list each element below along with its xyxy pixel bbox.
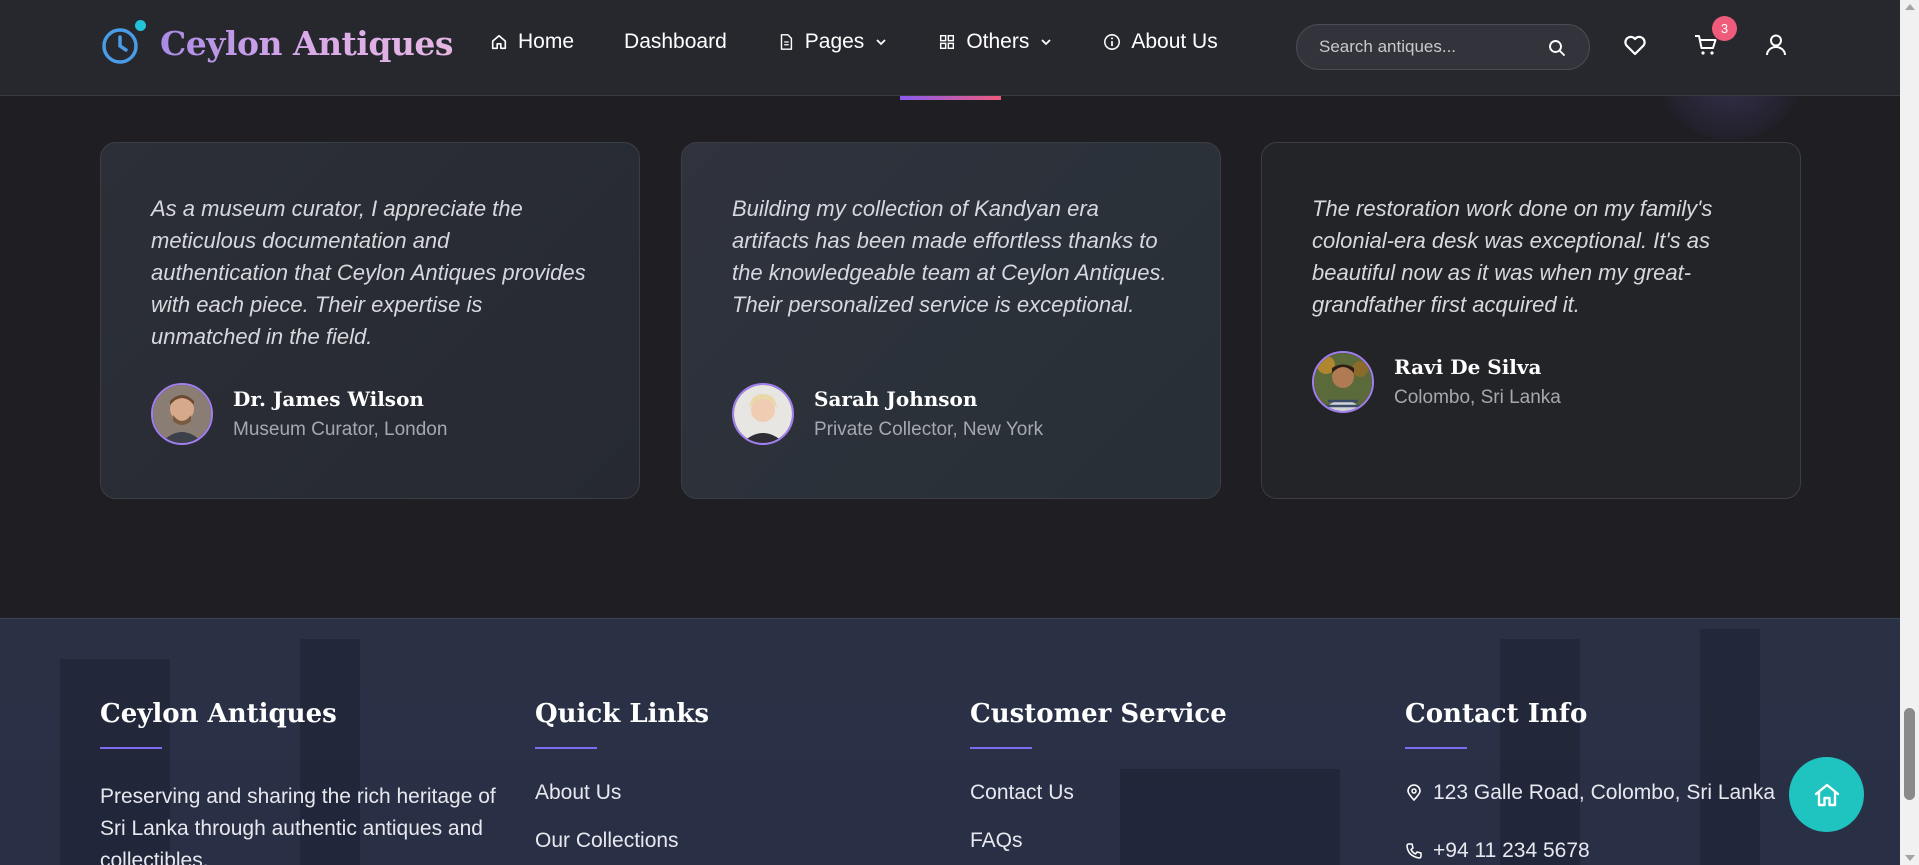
footer-title: Customer Service <box>970 699 1227 729</box>
author-role: Museum Curator, London <box>233 419 448 440</box>
testimonial-quote: Building my collection of Kandyan era ar… <box>732 196 1167 317</box>
testimonial-author: Dr. James Wilson Museum Curator, London <box>151 383 447 445</box>
avatar <box>151 383 213 445</box>
footer-quick-links: Quick Links About Us Our Collections <box>535 699 709 853</box>
scroll-down-arrow-icon[interactable] <box>1905 855 1915 861</box>
cart-count-badge: 3 <box>1712 16 1737 41</box>
chevron-down-icon <box>876 39 886 46</box>
testimonial-card: The restoration work done on my family's… <box>1261 142 1801 499</box>
footer-link-about-us[interactable]: About Us <box>535 781 709 805</box>
grid-icon <box>940 34 955 50</box>
search-icon[interactable] <box>1547 38 1567 58</box>
avatar <box>732 383 794 445</box>
nav-home[interactable]: Home <box>490 30 574 54</box>
footer-link-our-collections[interactable]: Our Collections <box>535 829 709 853</box>
author-name: Sarah Johnson <box>814 387 978 411</box>
nav-others[interactable]: Others <box>938 30 1053 54</box>
nav-about[interactable]: About Us <box>1103 30 1218 54</box>
section-accent-bar <box>900 96 1001 100</box>
phone-icon <box>1406 843 1422 859</box>
footer-title: Quick Links <box>535 699 710 729</box>
footer-description: Preserving and sharing the rich heritage… <box>100 785 496 865</box>
site-header: Ceylon Antiques Home Dashboard Pages Oth… <box>0 0 1900 96</box>
footer-title: Ceylon Antiques <box>100 699 337 729</box>
contact-phone: +94 11 234 5678 <box>1405 839 1775 863</box>
page-scrollbar[interactable] <box>1900 0 1919 865</box>
avatar <box>1312 351 1374 413</box>
home-icon <box>491 34 507 50</box>
scrollbar-thumb[interactable] <box>1904 708 1915 800</box>
testimonial-quote: As a museum curator, I appreciate the me… <box>151 196 586 349</box>
footer-contact: Contact Info 123 Galle Road, Colombo, Sr… <box>1405 699 1775 863</box>
author-name: Dr. James Wilson <box>233 387 424 411</box>
testimonial-card: As a museum curator, I appreciate the me… <box>100 142 640 499</box>
author-role: Colombo, Sri Lanka <box>1394 387 1561 408</box>
clock-icon <box>100 20 146 66</box>
heart-icon[interactable] <box>1622 32 1648 58</box>
nav-pages[interactable]: Pages <box>777 30 889 54</box>
footer-link-faqs[interactable]: FAQs <box>970 829 1227 853</box>
footer-about: Ceylon Antiques Preserving and sharing t… <box>100 699 500 865</box>
info-icon <box>1104 34 1121 50</box>
footer-link-contact-us[interactable]: Contact Us <box>970 781 1227 805</box>
search-box <box>1296 24 1590 70</box>
nav-about-label: About Us <box>1131 30 1218 53</box>
contact-address: 123 Galle Road, Colombo, Sri Lanka <box>1405 781 1775 805</box>
brand-logo[interactable]: Ceylon Antiques <box>100 20 453 66</box>
nav-home-label: Home <box>518 30 575 53</box>
chevron-down-icon <box>1041 39 1051 46</box>
footer-title: Contact Info <box>1405 699 1588 729</box>
contact-phone-text: +94 11 234 5678 <box>1433 839 1590 862</box>
brand-name: Ceylon Antiques <box>160 23 453 63</box>
home-fab-button[interactable] <box>1789 757 1864 832</box>
user-icon[interactable] <box>1763 32 1789 58</box>
site-footer: Ceylon Antiques Preserving and sharing t… <box>0 618 1900 865</box>
author-role: Private Collector, New York <box>814 419 1044 440</box>
nav-others-label: Others <box>966 30 1030 53</box>
nav-dashboard[interactable]: Dashboard <box>624 30 727 54</box>
testimonial-author: Ravi De Silva Colombo, Sri Lanka <box>1312 351 1561 413</box>
contact-address-text: 123 Galle Road, Colombo, Sri Lanka <box>1433 781 1776 804</box>
home-icon <box>1814 783 1839 806</box>
document-icon <box>780 34 792 50</box>
testimonial-quote: The restoration work done on my family's… <box>1312 196 1713 317</box>
nav-pages-label: Pages <box>804 30 865 53</box>
footer-customer-service: Customer Service Contact Us FAQs <box>970 699 1227 853</box>
main-nav: Home Dashboard Pages Others About Us <box>490 30 1268 54</box>
map-pin-icon <box>1407 784 1421 802</box>
author-name: Ravi De Silva <box>1394 355 1542 379</box>
testimonial-author: Sarah Johnson Private Collector, New Yor… <box>732 383 1043 445</box>
testimonial-card: Building my collection of Kandyan era ar… <box>681 142 1221 499</box>
search-input[interactable] <box>1319 25 1539 69</box>
scroll-up-arrow-icon[interactable] <box>1905 4 1915 10</box>
nav-dashboard-label: Dashboard <box>624 30 727 53</box>
